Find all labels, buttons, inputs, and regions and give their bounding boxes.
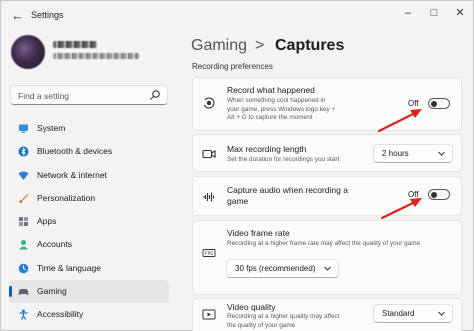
toggle-knob	[431, 101, 437, 107]
sidebar-item-system[interactable]: System	[9, 117, 169, 140]
apps-icon	[19, 217, 28, 227]
sidebar-item-network[interactable]: Network & internet	[9, 164, 169, 187]
setting-description: Alt + G to capture the moment	[227, 114, 313, 121]
video-quality-card: Video quality Recording at a higher qual…	[192, 298, 462, 331]
svg-text:FPS: FPS	[205, 251, 213, 257]
chevron-down-icon	[438, 151, 445, 156]
maximize-icon[interactable]: □	[425, 6, 443, 20]
frame-rate-dropdown[interactable]: 30 fps (recommended)	[226, 259, 339, 278]
search-icon	[150, 90, 160, 100]
video-quality-icon	[202, 309, 216, 320]
bluetooth-icon	[18, 146, 29, 157]
dropdown-value: 2 hours	[382, 149, 409, 158]
app-title: Settings	[31, 10, 64, 20]
max-length-dropdown[interactable]: 2 hours	[373, 144, 453, 163]
setting-description: Recording at a higher frame rate may aff…	[227, 240, 421, 247]
user-email-blurred	[53, 53, 139, 59]
setting-title: game	[227, 196, 249, 206]
capture-audio-toggle[interactable]	[428, 189, 450, 200]
minimize-icon[interactable]: –	[399, 6, 417, 20]
user-profile[interactable]	[11, 35, 181, 77]
breadcrumb-parent[interactable]: Gaming	[191, 37, 247, 55]
setting-title: Max recording length	[227, 144, 307, 154]
sidebar-item-apps[interactable]: Apps	[9, 210, 169, 233]
setting-title: Record what happened	[227, 85, 315, 95]
dropdown-value: 30 fps (recommended)	[235, 264, 316, 273]
sidebar-item-bluetooth[interactable]: Bluetooth & devices	[9, 140, 169, 163]
sidebar-nav: System Bluetooth & devices Network & int…	[9, 117, 169, 327]
setting-description: the quality of your game	[227, 321, 296, 329]
time-language-icon	[18, 263, 29, 274]
setting-description: your game, press Windows logo key +	[227, 105, 336, 113]
sidebar-item-time-language[interactable]: Time & language	[9, 257, 169, 280]
close-icon[interactable]: ✕	[451, 6, 469, 20]
network-icon	[18, 171, 29, 180]
capture-audio-card: Capture audio when recording a game Off	[192, 176, 462, 216]
sidebar-item-personalization[interactable]: Personalization	[9, 187, 169, 210]
video-frame-rate-card: FPS Video frame rate Recording at a high…	[192, 220, 462, 295]
fps-icon: FPS	[202, 249, 216, 257]
back-arrow-icon[interactable]: ←	[11, 9, 25, 23]
toggle-state-label: Off	[408, 99, 419, 108]
chevron-down-icon	[438, 311, 445, 316]
sidebar-item-label: Accessibility	[37, 309, 84, 320]
sidebar-item-label: Personalization	[37, 192, 96, 203]
sidebar-item-label: Apps	[37, 216, 57, 227]
sidebar-item-label: Accounts	[37, 239, 72, 250]
setting-description: Set the duration for recordings you star…	[227, 156, 340, 163]
gaming-icon	[18, 288, 29, 295]
audio-wave-icon	[203, 192, 215, 202]
section-heading: Recording preferences	[192, 62, 273, 71]
sidebar-item-label: Gaming	[37, 286, 67, 297]
setting-title: Video quality	[227, 302, 276, 312]
page-title: Captures	[275, 37, 345, 54]
sidebar-item-label: Time & language	[37, 262, 101, 273]
setting-title: Capture audio when recording a	[227, 185, 348, 195]
breadcrumb-separator: >	[255, 37, 265, 54]
record-icon	[203, 97, 215, 109]
avatar	[11, 35, 45, 69]
chevron-down-icon	[324, 266, 331, 271]
accounts-icon	[19, 240, 28, 250]
setting-description: When something cool happened in	[227, 97, 326, 104]
sidebar-item-label: Network & internet	[37, 169, 107, 180]
dropdown-value: Standard	[382, 309, 415, 318]
sidebar-item-accessibility[interactable]: Accessibility	[9, 303, 169, 326]
toggle-knob	[431, 192, 437, 198]
video-quality-dropdown[interactable]: Standard	[373, 304, 453, 323]
title-bar: ← Settings – □ ✕	[1, 1, 473, 31]
user-name-blurred	[53, 41, 97, 48]
sidebar-item-label: Bluetooth & devices	[37, 146, 113, 157]
sidebar-item-gaming[interactable]: Gaming	[9, 280, 169, 304]
personalization-icon	[19, 193, 29, 203]
search-input[interactable]: Find a setting	[10, 85, 168, 105]
sidebar-item-label: System	[37, 123, 66, 133]
video-camera-icon	[202, 149, 216, 159]
sidebar-item-accounts[interactable]: Accounts	[9, 233, 169, 256]
record-what-happened-card: Record what happened When something cool…	[192, 77, 462, 131]
max-recording-length-card: Max recording length Set the duration fo…	[192, 134, 462, 172]
toggle-state-label: Off	[408, 190, 419, 199]
setting-title: Video frame rate	[227, 228, 290, 238]
system-icon	[19, 124, 28, 133]
setting-description: Recording at a higher quality may affect	[227, 313, 340, 320]
accessibility-icon	[19, 309, 28, 321]
search-placeholder: Find a setting	[18, 91, 70, 101]
record-toggle[interactable]	[428, 98, 450, 109]
